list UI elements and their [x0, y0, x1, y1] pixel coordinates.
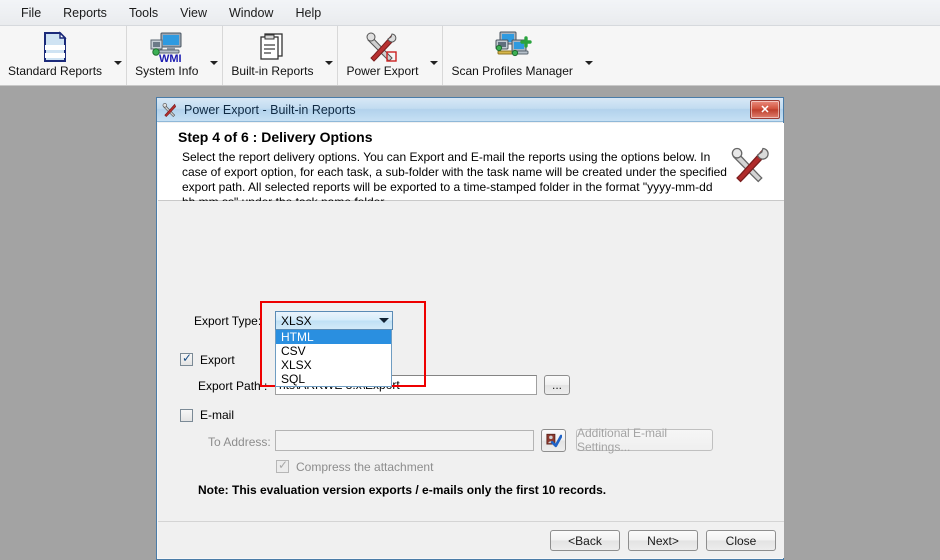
email-checkbox[interactable]	[180, 409, 193, 422]
wrench-screwdriver-icon	[162, 102, 178, 118]
chevron-down-icon	[325, 60, 334, 65]
toolbar-group-standard-reports: Standard Reports	[0, 26, 128, 85]
additional-email-settings-button[interactable]: Additional E-mail Settings...	[576, 426, 713, 454]
dialog-footer: <Back Next> Close	[158, 521, 784, 558]
export-type-label: Export Type:	[194, 314, 262, 328]
toolbar-group-built-in-reports: Built-in Reports	[223, 26, 339, 85]
checkmark-icon: ✓	[278, 458, 289, 472]
toolbar-dropdown-built-in-reports[interactable]	[321, 26, 337, 85]
toolbar-label-power-export: Power Export	[346, 64, 419, 78]
clipboard-report-icon	[257, 30, 287, 64]
dropdown-option-html[interactable]: HTML	[276, 330, 391, 344]
export-type-value: XLSX	[281, 313, 312, 328]
toolbar-button-scan-profiles-manager[interactable]: Scan Profiles Manager	[443, 26, 580, 85]
svg-text:WMI: WMI	[159, 53, 182, 63]
dialog-header-panel: Step 4 of 6 : Delivery Options Select th…	[158, 123, 784, 209]
chevron-down-icon[interactable]	[375, 318, 392, 323]
wrench-screwdriver-icon	[730, 145, 770, 190]
toolbar-button-built-in-reports[interactable]: Built-in Reports	[223, 26, 321, 85]
compress-attachment-label: Compress the attachment	[296, 460, 434, 474]
evaluation-note: Note: This evaluation version exports / …	[198, 483, 607, 497]
toolbar-dropdown-standard-reports[interactable]	[110, 26, 126, 85]
back-button[interactable]: <Back	[550, 530, 620, 551]
page-title: Step 4 of 6 : Delivery Options	[178, 129, 373, 145]
to-address-label: To Address:	[208, 435, 271, 449]
application-window: File Reports Tools View Window Help Stan…	[0, 0, 940, 560]
power-export-dialog: Power Export - Built-in Reports ✕ Step 4…	[156, 97, 784, 560]
network-computers-icon	[490, 30, 534, 64]
menu-item-window[interactable]: Window	[218, 3, 284, 23]
dialog-title: Power Export - Built-in Reports	[184, 102, 356, 117]
close-button[interactable]: Close	[706, 530, 776, 551]
dialog-title-bar[interactable]: Power Export - Built-in Reports ✕	[157, 98, 783, 122]
toolbar-button-power-export[interactable]: Power Export	[338, 26, 426, 85]
dropdown-option-xlsx[interactable]: XLSX	[276, 358, 391, 372]
close-icon[interactable]: ✕	[750, 100, 780, 119]
chevron-down-icon	[114, 60, 123, 65]
menu-item-help[interactable]: Help	[284, 3, 332, 23]
toolbar-label-system-info: System Info	[135, 64, 199, 78]
toolbar-button-standard-reports[interactable]: Standard Reports	[0, 26, 110, 85]
menu-item-reports[interactable]: Reports	[52, 3, 118, 23]
menu-item-file[interactable]: File	[10, 3, 52, 23]
toolbar-label-standard-reports: Standard Reports	[8, 64, 103, 78]
toolbar-dropdown-scan-profiles-manager[interactable]	[581, 26, 597, 85]
wmi-computer-icon: WMI	[147, 30, 187, 64]
to-address-input[interactable]	[275, 430, 534, 451]
next-button[interactable]: Next>	[628, 530, 698, 551]
toolbar-group-power-export: Power Export	[338, 26, 444, 85]
export-checkbox-label: Export	[200, 353, 235, 367]
chevron-down-icon	[210, 60, 219, 65]
menu-item-view[interactable]: View	[169, 3, 218, 23]
toolbar-group-system-info: WMI System Info	[127, 26, 224, 85]
document-page-icon	[40, 30, 70, 64]
export-path-label: Export Path :	[198, 379, 268, 393]
toolbar-label-built-in-reports: Built-in Reports	[231, 64, 314, 78]
menu-item-tools[interactable]: Tools	[118, 3, 169, 23]
checkmark-icon: ✓	[182, 351, 193, 365]
browse-button[interactable]: ...	[544, 375, 570, 395]
toolbar: Standard Reports WMI System Info Built-i…	[0, 26, 940, 86]
compress-attachment-checkbox[interactable]: ✓	[276, 458, 289, 473]
email-checkbox-label: E-mail	[200, 408, 235, 422]
menu-bar: File Reports Tools View Window Help	[0, 0, 940, 26]
export-checkbox[interactable]: ✓	[180, 351, 193, 366]
dropdown-option-sql[interactable]: SQL	[276, 372, 391, 386]
toolbar-dropdown-system-info[interactable]	[206, 26, 222, 85]
toolbar-label-scan-profiles-manager: Scan Profiles Manager	[451, 64, 573, 78]
export-type-combobox[interactable]: XLSX	[275, 311, 393, 330]
address-book-check-icon[interactable]	[541, 429, 566, 452]
toolbar-dropdown-power-export[interactable]	[426, 26, 442, 85]
toolbar-group-scan-profiles-manager: Scan Profiles Manager	[443, 26, 596, 85]
toolbar-button-system-info[interactable]: WMI System Info	[127, 26, 206, 85]
dropdown-option-csv[interactable]: CSV	[276, 344, 391, 358]
export-type-dropdown-list[interactable]: HTML CSV XLSX SQL	[275, 330, 392, 387]
dialog-body: Export Type: XLSX HTML CSV XLSX SQL ✓ Ex…	[158, 201, 784, 525]
wrench-screwdriver-icon	[365, 30, 399, 64]
chevron-down-icon	[430, 60, 439, 65]
chevron-down-icon	[584, 60, 593, 65]
